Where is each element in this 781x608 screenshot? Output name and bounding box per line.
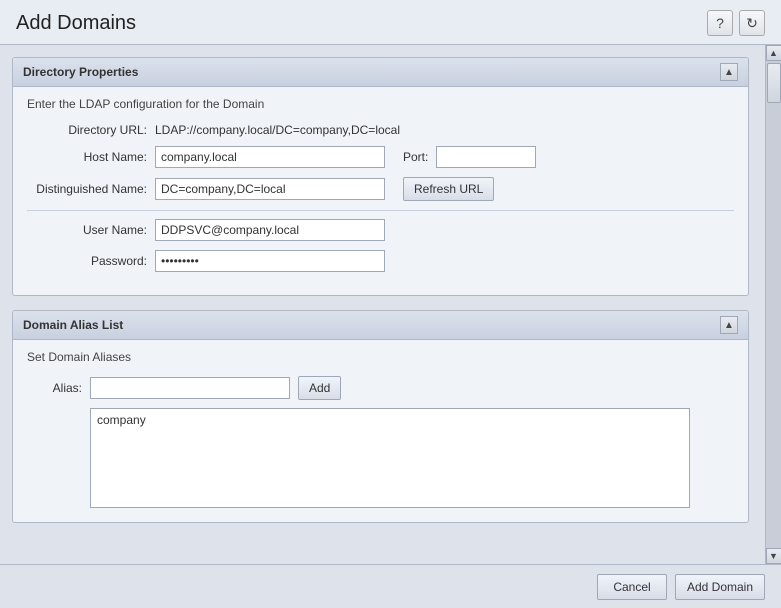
content-area: Directory Properties ▲ Enter the LDAP co… [0, 45, 781, 564]
cancel-button[interactable]: Cancel [597, 574, 667, 600]
domain-alias-list-panel: Domain Alias List ▲ Set Domain Aliases A… [12, 310, 749, 523]
refresh-button[interactable]: ↻ [739, 10, 765, 36]
scrollbar-thumb[interactable] [767, 63, 781, 103]
alias-list-content: company [97, 413, 146, 427]
host-name-row: Host Name: Port: [27, 146, 734, 168]
directory-properties-subtitle: Enter the LDAP configuration for the Dom… [27, 97, 734, 111]
add-domain-button[interactable]: Add Domain [675, 574, 765, 600]
footer: Cancel Add Domain [0, 564, 781, 608]
form-separator [27, 210, 734, 211]
distinguished-name-row: Distinguished Name: Refresh URL [27, 177, 734, 201]
host-name-label: Host Name: [27, 150, 147, 164]
header: Add Domains ? ↻ [0, 0, 781, 45]
directory-properties-header: Directory Properties ▲ [13, 58, 748, 87]
domain-alias-list-subtitle: Set Domain Aliases [27, 350, 734, 364]
domain-alias-list-collapse-btn[interactable]: ▲ [720, 316, 738, 334]
directory-properties-collapse-btn[interactable]: ▲ [720, 63, 738, 81]
alias-row: Alias: Add [27, 376, 734, 400]
user-name-row: User Name: [27, 219, 734, 241]
help-button[interactable]: ? [707, 10, 733, 36]
password-row: Password: [27, 250, 734, 272]
domain-alias-list-title: Domain Alias List [23, 318, 123, 332]
password-input[interactable] [155, 250, 385, 272]
alias-input[interactable] [90, 377, 290, 399]
domain-alias-list-header: Domain Alias List ▲ [13, 311, 748, 340]
distinguished-name-label: Distinguished Name: [27, 182, 147, 196]
alias-list-box: company [90, 408, 690, 508]
main-container: Add Domains ? ↻ Directory Properties ▲ E… [0, 0, 781, 608]
port-input[interactable] [436, 146, 536, 168]
scrollbar-arrow-up[interactable]: ▲ [766, 45, 781, 61]
directory-url-label: Directory URL: [27, 123, 147, 137]
directory-properties-body: Enter the LDAP configuration for the Dom… [13, 87, 748, 295]
domain-alias-list-body: Set Domain Aliases Alias: Add company [13, 340, 748, 522]
directory-properties-title: Directory Properties [23, 65, 138, 79]
host-name-input[interactable] [155, 146, 385, 168]
header-icons: ? ↻ [707, 10, 765, 36]
scroll-content: Directory Properties ▲ Enter the LDAP co… [0, 45, 765, 564]
scrollbar-arrow-down[interactable]: ▼ [766, 548, 781, 564]
port-label: Port: [403, 150, 428, 164]
directory-properties-panel: Directory Properties ▲ Enter the LDAP co… [12, 57, 749, 296]
page-title: Add Domains [16, 12, 136, 35]
user-name-input[interactable] [155, 219, 385, 241]
directory-url-value: LDAP://company.local/DC=company,DC=local [155, 123, 400, 137]
distinguished-name-input[interactable] [155, 178, 385, 200]
directory-url-row: Directory URL: LDAP://company.local/DC=c… [27, 123, 734, 137]
user-name-label: User Name: [27, 223, 147, 237]
password-label: Password: [27, 254, 147, 268]
refresh-url-button[interactable]: Refresh URL [403, 177, 494, 201]
scrollbar-track: ▲ ▼ [765, 45, 781, 564]
alias-label: Alias: [27, 381, 82, 395]
add-alias-button[interactable]: Add [298, 376, 341, 400]
